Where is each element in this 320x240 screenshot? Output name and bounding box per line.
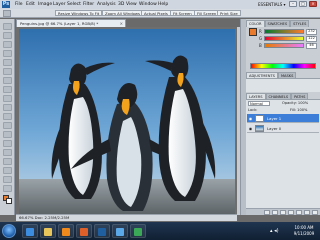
slider-b[interactable] (264, 43, 304, 48)
pen-tool-icon[interactable] (3, 149, 12, 156)
crop-tool-icon[interactable] (3, 59, 12, 66)
tab-color[interactable]: COLOR (246, 20, 265, 27)
layer-row-1[interactable]: ◉ Layer 1 (247, 114, 319, 123)
layer-row-0[interactable]: ◉ Layer 0 (247, 124, 319, 133)
document-title: Penguins.jpg @ 66.7% (Layer 1, RGB/8) * (20, 21, 99, 26)
channel-row-b: B 46 (259, 42, 317, 49)
menu-image[interactable]: Image (38, 1, 52, 8)
move-tool-icon[interactable] (3, 23, 12, 30)
menu-layer[interactable]: Layer (53, 1, 66, 8)
menu-help[interactable]: Help (158, 1, 168, 8)
opacity-field[interactable]: Opacity: 100% (282, 101, 308, 106)
tab-styles[interactable]: STYLES (290, 20, 310, 27)
status-bar: 66.67% Doc: 2.25M/2.25M (16, 214, 237, 221)
layer-thumbnail (255, 115, 264, 122)
workspace-switcher[interactable]: ESSENTIALS ▾ (258, 1, 286, 8)
value-r[interactable]: 232 (306, 28, 317, 35)
system-tray-icons[interactable]: ▴ ◂) (270, 228, 279, 234)
penguins-photo (19, 29, 235, 214)
actual-pixels-button[interactable]: Actual Pixels (141, 10, 171, 16)
chrome-icon[interactable] (130, 224, 146, 238)
visibility-eye-icon[interactable]: ◉ (248, 116, 253, 121)
history-brush-icon[interactable] (3, 104, 12, 111)
zoom-tool-icon[interactable] (3, 10, 11, 17)
layer-name: Layer 0 (267, 126, 282, 131)
color-panel-swatch[interactable] (249, 28, 257, 36)
blur-tool-icon[interactable] (3, 131, 12, 138)
blend-mode-select[interactable]: Normal (248, 101, 270, 106)
value-b[interactable]: 46 (306, 42, 317, 49)
close-icon[interactable]: × (120, 20, 123, 27)
eraser-tool-icon[interactable] (3, 113, 12, 120)
type-tool-icon[interactable] (3, 158, 12, 165)
brush-tool-icon[interactable] (3, 86, 12, 93)
layer-name: Layer 1 (267, 116, 282, 121)
photoshop-icon[interactable] (94, 224, 110, 238)
eyedropper-tool-icon[interactable] (3, 68, 12, 75)
layers-footer (246, 208, 320, 215)
clock-date: 9/11/2009 (293, 231, 315, 236)
tab-swatches[interactable]: SWATCHES (264, 20, 291, 27)
folder-icon[interactable] (40, 224, 56, 238)
slider-g[interactable] (264, 36, 304, 41)
menu-bar: Ps File Edit Image Layer Select Filter A… (0, 0, 320, 9)
fill-field[interactable]: Fill: 100% (290, 108, 307, 113)
windows-taskbar: ▴ ◂) 10:00 AM 9/11/2009 (0, 222, 320, 240)
minimize-icon[interactable]: – (289, 1, 297, 7)
menu-file[interactable]: File (15, 1, 23, 8)
channel-row-r: R 232 (259, 28, 317, 35)
new-layer-icon[interactable] (304, 210, 310, 215)
clock[interactable]: 10:00 AM 9/11/2009 (290, 225, 318, 237)
document-tab[interactable]: Penguins.jpg @ 66.7% (Layer 1, RGB/8) * … (16, 19, 126, 27)
layer-thumbnail (255, 125, 264, 132)
menu-edit[interactable]: Edit (26, 1, 35, 8)
canvas[interactable] (19, 29, 235, 214)
background-color-swatch[interactable] (6, 198, 12, 204)
menu-window[interactable]: Window (139, 1, 157, 8)
menu-view[interactable]: View (126, 1, 137, 8)
shape-tool-icon[interactable] (3, 176, 12, 183)
zoom-all-windows-button[interactable]: Zoom All Windows (102, 10, 144, 16)
clone-stamp-icon[interactable] (3, 95, 12, 102)
menu-filter[interactable]: Filter (83, 1, 94, 8)
gradient-tool-icon[interactable] (3, 122, 12, 129)
path-select-tool-icon[interactable] (3, 167, 12, 174)
options-bar: Resize Windows To Fit Zoom All Windows A… (0, 9, 320, 18)
hand-tool-icon[interactable] (3, 185, 12, 192)
channel-row-g: G 122 (259, 35, 317, 42)
close-icon[interactable]: × (309, 1, 317, 7)
maximize-icon[interactable]: □ (299, 1, 307, 7)
healing-brush-icon[interactable] (3, 77, 12, 84)
adjustment-layer-icon[interactable] (288, 210, 294, 215)
color-spectrum[interactable] (250, 63, 316, 69)
slider-r[interactable] (264, 29, 304, 34)
menu-select[interactable]: Select (67, 1, 81, 8)
link-layers-icon[interactable] (264, 210, 270, 215)
lasso-tool-icon[interactable] (3, 41, 12, 48)
marquee-tool-icon[interactable] (3, 32, 12, 39)
photoshop-logo[interactable]: Ps (2, 1, 10, 8)
value-g[interactable]: 122 (306, 35, 317, 42)
fx-icon[interactable] (272, 210, 278, 215)
fit-screen-button[interactable]: Fit Screen (170, 10, 195, 16)
lock-label: Lock: (248, 108, 258, 112)
trash-icon[interactable] (312, 210, 318, 215)
tools-panel (0, 19, 15, 215)
menu-3d[interactable]: 3D (118, 1, 124, 8)
new-group-icon[interactable] (296, 210, 302, 215)
fill-screen-button[interactable]: Fill Screen (194, 10, 220, 16)
adjustments-panel (246, 78, 320, 92)
firefox-icon[interactable] (76, 224, 92, 238)
resize-windows-button[interactable]: Resize Windows To Fit (55, 10, 103, 16)
start-orb-icon[interactable] (2, 224, 16, 238)
mail-icon[interactable] (112, 224, 128, 238)
add-mask-icon[interactable] (280, 210, 286, 215)
dodge-tool-icon[interactable] (3, 140, 12, 147)
menu-analysis[interactable]: Analysis (97, 1, 116, 8)
media-icon[interactable] (58, 224, 74, 238)
visibility-eye-icon[interactable]: ◉ (248, 126, 253, 131)
quick-select-tool-icon[interactable] (3, 50, 12, 57)
ie-icon[interactable] (22, 224, 38, 238)
print-size-button[interactable]: Print Size (217, 10, 241, 16)
